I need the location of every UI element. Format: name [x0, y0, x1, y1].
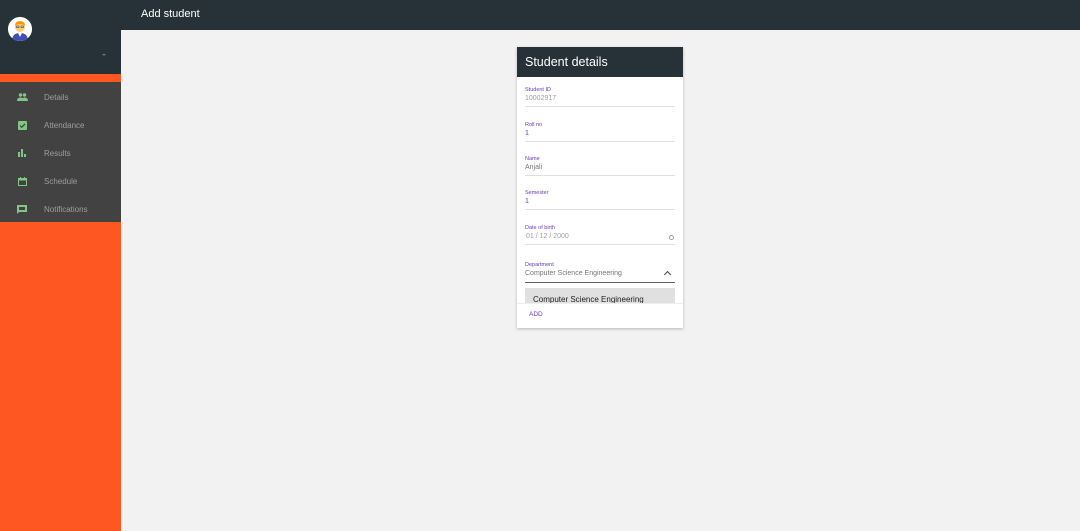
student-details-card: Student details Student ID 10002917 Roll…: [517, 47, 683, 328]
top-app-bar: Add student: [121, 0, 1080, 30]
sidebar-item-label: Details: [44, 92, 69, 102]
sidebar-item-attendance[interactable]: Attendance: [0, 111, 121, 139]
sidebar-item-label: Results: [44, 148, 71, 158]
message-icon: [16, 203, 28, 215]
check-box-icon: [16, 119, 28, 131]
field-value: 1: [525, 130, 529, 137]
sidebar-item-label: Schedule: [44, 176, 78, 186]
field-value: 10002917: [525, 95, 557, 102]
card-title: Student details: [517, 47, 683, 77]
page-title: Add student: [141, 8, 200, 20]
field-value: 01 / 12 / 2000: [526, 233, 569, 240]
bar-chart-icon: [16, 147, 28, 159]
date-of-birth-field[interactable]: Date of birth 01 / 12 / 2000: [525, 225, 675, 245]
calendar-icon: [16, 175, 28, 187]
field-value: 1: [525, 198, 529, 205]
student-id-field[interactable]: Student ID 10002917: [525, 87, 675, 107]
people-icon: [16, 91, 28, 103]
sidebar-header: [0, 0, 121, 74]
card-divider: [517, 303, 683, 304]
field-label: Department: [525, 262, 554, 268]
field-label: Date of birth: [525, 225, 555, 231]
chevron-up-icon[interactable]: [663, 270, 672, 279]
field-label: Semester: [525, 190, 549, 196]
field-label: Student ID: [525, 87, 551, 93]
field-value: Computer Science Engineering: [525, 270, 622, 277]
semester-field[interactable]: Semester 1: [525, 190, 675, 210]
add-button[interactable]: ADD: [529, 311, 543, 318]
sidebar-item-schedule[interactable]: Schedule: [0, 167, 121, 195]
field-label: Roll no: [525, 122, 543, 128]
name-field[interactable]: Name Anjali: [525, 156, 675, 176]
field-label: Name: [525, 156, 540, 162]
department-dropdown-menu: Computer Science Engineering: [525, 288, 675, 303]
sidebar-accent-strip: [0, 74, 121, 82]
avatar[interactable]: [8, 17, 32, 41]
account-dropdown-caret-icon[interactable]: [102, 54, 106, 56]
roll-no-field[interactable]: Roll no 1: [525, 122, 675, 142]
sidebar-item-label: Attendance: [44, 120, 85, 130]
department-select[interactable]: Department Computer Science Engineering: [525, 262, 675, 283]
sidebar: Details Attendance Results Schedule Noti…: [0, 0, 121, 531]
calendar-picker-icon[interactable]: [669, 235, 674, 240]
sidebar-nav: Details Attendance Results Schedule Noti…: [0, 82, 121, 222]
sidebar-item-notifications[interactable]: Notifications: [0, 195, 121, 223]
dropdown-option[interactable]: Computer Science Engineering: [533, 295, 644, 303]
sidebar-item-details[interactable]: Details: [0, 83, 121, 111]
sidebar-item-results[interactable]: Results: [0, 139, 121, 167]
sidebar-item-label: Notifications: [44, 204, 88, 214]
field-value: Anjali: [525, 164, 543, 171]
